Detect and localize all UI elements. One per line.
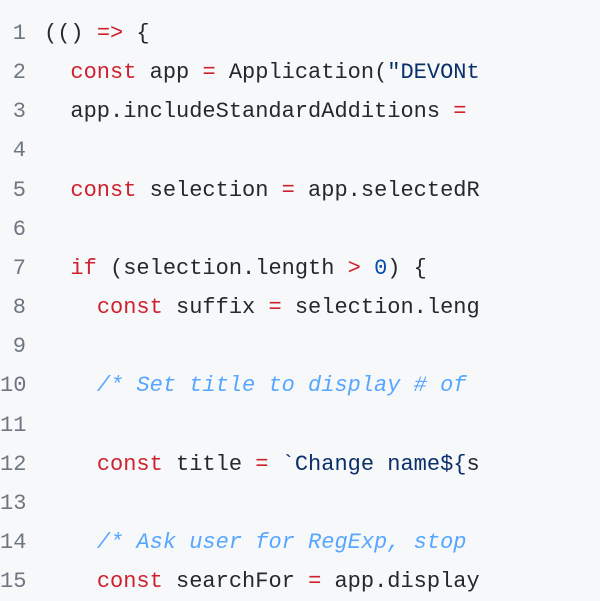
token-kw: if <box>70 256 96 281</box>
line-number: 7 <box>0 249 44 288</box>
token-cmt: /* Set title to display # of <box>97 373 480 398</box>
code-line: 11 <box>0 406 600 445</box>
token-tmpl: `Change name$ <box>282 452 454 477</box>
token-num: 0 <box>374 256 387 281</box>
token-kw: const <box>97 295 163 320</box>
line-number: 8 <box>0 288 44 327</box>
token-kw: const <box>97 569 163 594</box>
code-line: 5 const selection = app.selectedR <box>0 171 600 210</box>
code-line: 2 const app = Application("DEVONt <box>0 53 600 92</box>
token-op: > <box>348 256 361 281</box>
token-kw: const <box>70 178 136 203</box>
code-block: 1(() => {2 const app = Application("DEVO… <box>0 14 600 601</box>
code-line: 3 app.includeStandardAdditions = <box>0 92 600 131</box>
line-number: 2 <box>0 53 44 92</box>
code-line: 15 const searchFor = app.display <box>0 562 600 601</box>
token-strlit: "DEVONt <box>387 60 479 85</box>
code-content: const selection = app.selectedR <box>44 171 480 210</box>
code-content: const title = `Change name${s <box>44 445 480 484</box>
line-number: 15 <box>0 562 44 601</box>
line-number: 14 <box>0 523 44 562</box>
code-line: 9 <box>0 327 600 366</box>
code-line: 10 /* Set title to display # of <box>0 366 600 405</box>
token-op: = <box>255 452 268 477</box>
code-line: 6 <box>0 210 600 249</box>
line-number: 4 <box>0 131 44 170</box>
line-number: 10 <box>0 366 44 405</box>
code-content: /* Ask user for RegExp, stop <box>44 523 480 562</box>
code-content: const suffix = selection.leng <box>44 288 480 327</box>
token-kw: const <box>70 60 136 85</box>
token-tmpl: { <box>453 452 466 477</box>
code-line: 13 <box>0 484 600 523</box>
line-number: 3 <box>0 92 44 131</box>
code-line: 7 if (selection.length > 0) { <box>0 249 600 288</box>
code-line: 8 const suffix = selection.leng <box>0 288 600 327</box>
code-line: 14 /* Ask user for RegExp, stop <box>0 523 600 562</box>
line-number: 12 <box>0 445 44 484</box>
line-number: 6 <box>0 210 44 249</box>
code-content: const searchFor = app.display <box>44 562 480 601</box>
code-line: 4 <box>0 131 600 170</box>
code-content: if (selection.length > 0) { <box>44 249 427 288</box>
code-line: 12 const title = `Change name${s <box>0 445 600 484</box>
token-op: = <box>268 295 281 320</box>
line-number: 13 <box>0 484 44 523</box>
line-number: 5 <box>0 171 44 210</box>
token-op: = <box>453 99 466 124</box>
line-number: 9 <box>0 327 44 366</box>
token-op: = <box>202 60 215 85</box>
code-content: (() => { <box>44 14 150 53</box>
token-op: = <box>308 569 321 594</box>
code-content: /* Set title to display # of <box>44 366 480 405</box>
token-cmt: /* Ask user for RegExp, stop <box>97 530 480 555</box>
token-op: => <box>97 21 123 46</box>
line-number: 11 <box>0 406 44 445</box>
code-content: app.includeStandardAdditions = <box>44 92 480 131</box>
line-number: 1 <box>0 14 44 53</box>
code-line: 1(() => { <box>0 14 600 53</box>
token-op: = <box>282 178 295 203</box>
token-kw: const <box>97 452 163 477</box>
code-content: const app = Application("DEVONt <box>44 53 480 92</box>
